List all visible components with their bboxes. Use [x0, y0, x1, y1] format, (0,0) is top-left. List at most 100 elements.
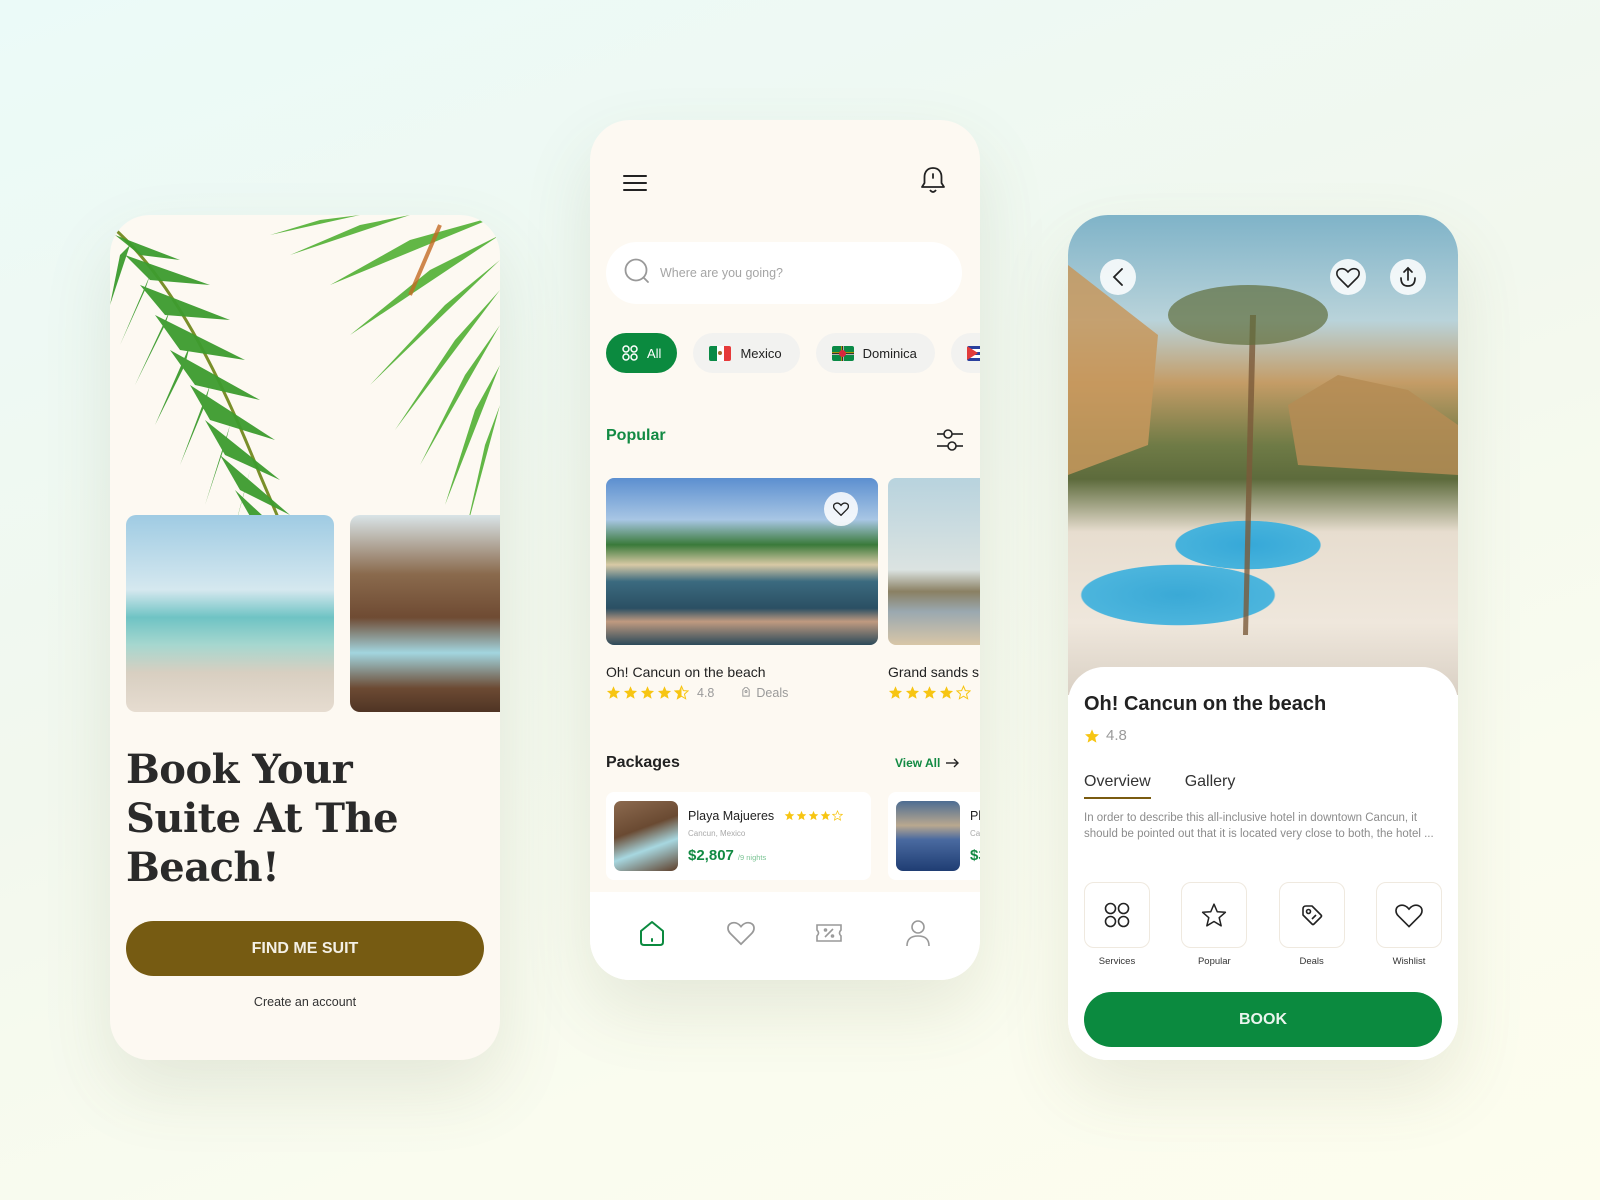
service-popular[interactable]: Popular	[1181, 882, 1248, 967]
chip-label: All	[647, 345, 662, 361]
detail-tabs: Overview Gallery	[1084, 773, 1235, 799]
bell-icon[interactable]	[918, 164, 948, 198]
package-location: Cancun, Mexico	[688, 828, 746, 838]
heart-icon	[726, 921, 755, 946]
star-icon	[606, 686, 621, 699]
star-icon	[623, 686, 638, 699]
chip-label: Mexico	[740, 345, 782, 361]
service-label: Popular	[1197, 956, 1231, 967]
resort-photo	[350, 515, 500, 712]
star-icon	[784, 810, 795, 821]
star-icon	[832, 810, 844, 821]
popular-card[interactable]: Oh! Cancun on the beach 4.8 Deals	[606, 478, 878, 700]
onboarding-screen: Book Your Suite At The Beach! FIND ME SU…	[110, 215, 500, 1060]
popular-card[interactable]: Grand sands s	[888, 478, 980, 700]
tag-icon	[1301, 905, 1322, 926]
chip-cuba[interactable]	[950, 333, 980, 373]
tab-favorites[interactable]	[721, 913, 761, 953]
services-row: Services Popular Deals Wishlist	[1084, 882, 1442, 967]
search-input[interactable]	[660, 266, 930, 280]
popular-section-title: Popular	[606, 427, 666, 444]
view-all-link[interactable]: View All	[895, 756, 960, 770]
service-label: Deals	[1299, 956, 1324, 967]
detail-sheet: Oh! Cancun on the beach 4.8 Overview Gal…	[1068, 667, 1458, 1060]
favorite-heart-icon[interactable]	[824, 492, 858, 526]
package-duration: /9 nights	[737, 852, 767, 862]
star-icon	[808, 810, 819, 821]
package-price: $3	[970, 846, 980, 864]
beach-photo	[126, 515, 334, 712]
arrow-right-icon	[945, 758, 960, 768]
filter-sliders-icon[interactable]	[935, 425, 965, 455]
share-button[interactable]	[1390, 259, 1426, 295]
chip-all[interactable]: All	[606, 333, 678, 373]
star-rating	[888, 685, 971, 700]
home-screen: All Mexico Dominica Popular	[590, 120, 980, 980]
package-name: Pla	[970, 808, 980, 823]
share-upload-icon	[1400, 266, 1416, 287]
package-name: Playa Majueres	[688, 808, 775, 823]
home-icon	[640, 921, 665, 946]
service-deals[interactable]: Deals	[1278, 882, 1345, 967]
star-icon	[657, 686, 672, 699]
bottom-tab-bar	[590, 892, 980, 980]
search-bar[interactable]	[606, 242, 962, 304]
user-icon	[905, 920, 930, 947]
hotel-detail-screen: Oh! Cancun on the beach 4.8 Overview Gal…	[1068, 215, 1458, 1060]
book-button[interactable]: BOOK	[1084, 992, 1442, 1047]
country-filter-chips: All Mexico Dominica	[606, 333, 980, 373]
package-price: $2,807	[688, 846, 734, 864]
hotel-description: In order to describe this all-inclusive …	[1084, 812, 1434, 840]
star-icon	[905, 686, 920, 699]
service-label: Wishlist	[1392, 956, 1426, 967]
package-photo	[896, 801, 960, 871]
onboarding-headline: Book Your Suite At The Beach!	[126, 746, 399, 891]
create-account-link[interactable]: Create an account	[110, 995, 500, 1009]
service-services[interactable]: Services	[1084, 882, 1150, 967]
service-label: Services	[1098, 956, 1136, 967]
package-photo	[614, 801, 678, 871]
chip-mexico[interactable]: Mexico	[693, 333, 800, 373]
view-all-label: View All	[895, 756, 941, 770]
star-icon	[796, 810, 807, 821]
find-me-suit-button[interactable]: FIND ME SUIT	[126, 921, 484, 976]
hotel-name: Grand sands s	[888, 664, 980, 680]
star-icon	[1084, 728, 1100, 744]
deals-label: Deals	[756, 685, 789, 700]
tab-gallery[interactable]: Gallery	[1185, 773, 1236, 799]
star-icon	[820, 810, 831, 821]
package-card[interactable]: Pla Canc $3	[888, 792, 980, 880]
chip-label: Dominica	[862, 345, 917, 361]
package-location: Canc	[970, 828, 980, 838]
hotel-name: Oh! Cancun on the beach	[606, 664, 766, 680]
grid-icon	[622, 345, 638, 361]
tab-coupons[interactable]	[809, 913, 849, 953]
tab-home[interactable]	[632, 913, 672, 953]
star-icon	[674, 685, 689, 700]
chevron-left-icon	[1112, 268, 1123, 286]
favorite-button[interactable]	[1330, 259, 1366, 295]
star-icon	[1202, 903, 1227, 927]
tab-profile[interactable]	[898, 913, 938, 953]
hotel-title: Oh! Cancun on the beach	[1084, 693, 1327, 715]
rating-value: 4.8	[1106, 727, 1127, 744]
chip-dominica[interactable]: Dominica	[815, 333, 935, 373]
hotel-photo	[888, 478, 980, 645]
rating-value: 4.8	[697, 685, 715, 700]
search-icon	[624, 258, 650, 289]
heart-icon	[1336, 267, 1360, 288]
hotel-photo	[606, 478, 878, 645]
hotel-hero-photo	[1068, 215, 1458, 695]
package-card[interactable]: Playa Majueres Cancun, Mexico $2,807 /9 …	[606, 792, 871, 880]
dominica-flag-icon	[831, 345, 854, 361]
heart-icon	[1395, 903, 1423, 928]
star-icon	[956, 685, 971, 700]
star-icon	[888, 686, 903, 699]
service-wishlist[interactable]: Wishlist	[1375, 882, 1442, 967]
back-button[interactable]	[1100, 259, 1136, 295]
tab-overview[interactable]: Overview	[1084, 773, 1151, 799]
grid-icon	[1104, 902, 1130, 928]
mexico-flag-icon	[709, 345, 732, 361]
hamburger-menu-icon[interactable]	[620, 168, 650, 198]
star-rating	[606, 685, 689, 700]
